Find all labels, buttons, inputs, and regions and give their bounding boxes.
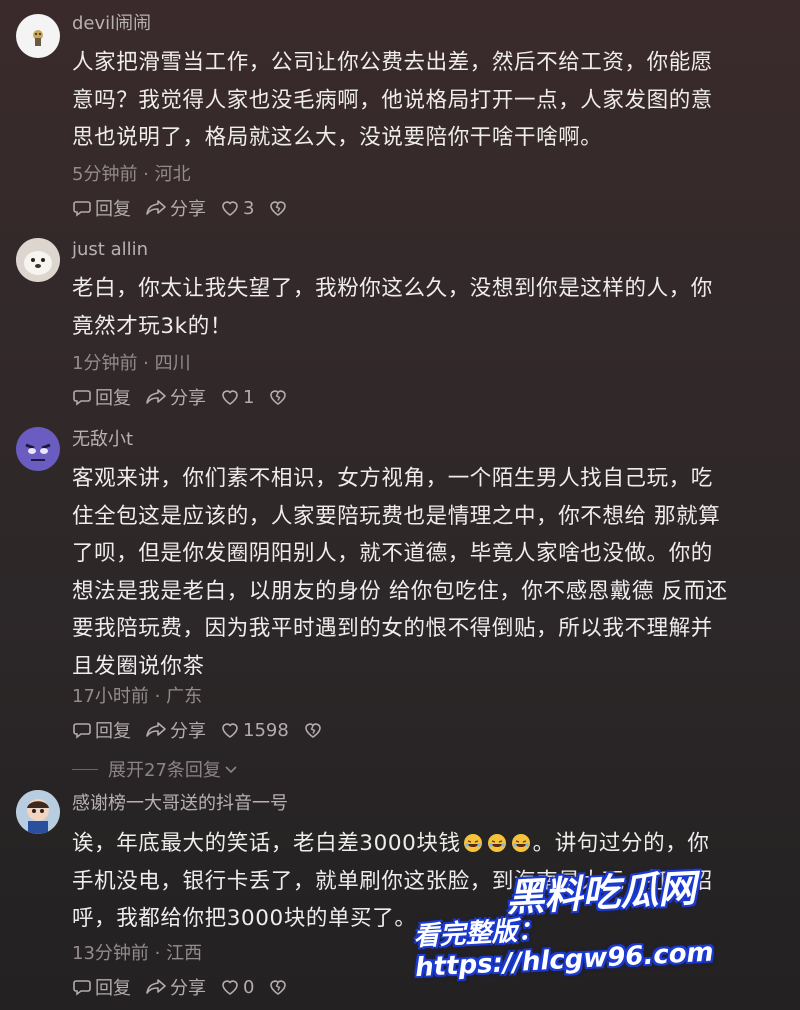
reply-label: 回复 [95,388,131,409]
like-count: 0 [243,976,255,998]
heart-icon [222,390,238,405]
comment-line: 竟然才玩3k的！ [72,313,232,339]
like-count: 1 [243,386,255,408]
dislike-button[interactable] [268,198,291,218]
laughing-emoji-icon [487,834,506,852]
share-label: 分享 [170,388,206,409]
comment-text-part: 。讲句过分的，你 [532,831,710,856]
username[interactable]: just allin [72,238,148,262]
heart-icon [222,980,238,995]
share-label: 分享 [170,199,206,220]
share-label: 分享 [170,721,206,742]
dislike-button[interactable] [268,977,291,997]
avatar[interactable] [16,14,60,58]
comment-line: 思也说明了，格局就这么大，没说要陪你干啥干啥啊。 [72,125,603,150]
broken-heart-icon [270,980,287,995]
comment-actions: 回复 分享 1598 [72,717,340,743]
username[interactable]: 感谢榜一大哥送的抖音一号 [72,792,288,816]
timestamp-location: 5分钟前 · 河北 [72,164,191,185]
divider [72,768,98,770]
reply-icon [73,201,91,217]
comment-actions: 回复 分享 1 [72,384,305,410]
timestamp-location: 17小时前 · 广东 [72,686,203,707]
username[interactable]: 无敌小t [72,428,133,452]
comment-line: 人家把滑雪当工作，公司让你公费去出差，然后不给工资，你能愿 [72,50,713,75]
share-button[interactable]: 分享 [145,195,206,221]
share-button[interactable]: 分享 [145,384,206,410]
like-count: 3 [243,197,255,219]
comment-text-part: 诶，年底最大的笑话，老白差3000块钱 [72,831,461,856]
expand-replies-button[interactable]: 展开27条回复 [72,756,239,782]
share-button[interactable]: 分享 [145,717,206,743]
comment-line: 住全包这是应该的，人家要陪玩费也是情理之中，你不想给 那就算 [72,503,721,529]
laughing-emoji-icon [463,834,482,852]
like-button[interactable]: 1 [220,387,254,408]
comment-text: 老白，你太让我失望了，我粉你这么久，没想到你是这样的人，你 竟然才玩3k的！ [72,270,790,345]
share-icon [146,979,166,994]
reply-icon [73,980,91,996]
share-icon [146,389,166,404]
avatar[interactable] [16,238,60,282]
dislike-button[interactable] [268,387,291,407]
share-label: 分享 [170,978,206,999]
heart-icon [222,201,238,216]
comment-actions: 回复 分享 3 [72,195,305,221]
timestamp-location: 13分钟前 · 江西 [72,943,203,964]
comment-line: 了呗，但是你发圈阴阳别人，就不道德，毕竟人家啥也没做。你的 [72,541,713,566]
reply-label: 回复 [95,721,131,742]
comment-line: 意吗？我觉得人家也没毛病啊，他说格局打开一点，人家发图的意 [72,87,713,113]
timestamp-location: 1分钟前 · 四川 [72,353,191,374]
chevron-down-icon [225,766,237,774]
like-button[interactable]: 3 [220,198,254,219]
reply-button[interactable]: 回复 [72,717,131,743]
broken-heart-icon [270,390,287,405]
comment-line: 想法是我是老白，以朋友的身份 给你包吃住，你不感恩戴德 反而还 [72,578,728,604]
username[interactable]: devil闹闹 [72,12,151,36]
avatar[interactable] [16,790,60,834]
reply-label: 回复 [95,978,131,999]
comment-line: 客观来讲，你们素不相识，女方视角，一个陌生男人找自己玩，吃 [72,466,713,491]
comment-text: 客观来讲，你们素不相识，女方视角，一个陌生男人找自己玩，吃 住全包这是应该的，人… [72,460,790,685]
like-button[interactable]: 0 [220,977,254,998]
share-button[interactable]: 分享 [145,974,206,1000]
reply-icon [73,390,91,406]
avatar[interactable] [16,427,60,471]
heart-icon [222,723,238,738]
comment-line: 老白，你太让我失望了，我粉你这么久，没想到你是这样的人，你 [72,276,713,301]
share-icon [146,200,166,215]
reply-button[interactable]: 回复 [72,195,131,221]
laughing-emoji-icon [511,834,530,852]
comment-line: 要我陪玩费，因为我平时遇到的女的恨不得倒贴，所以我不理解并 [72,616,713,641]
like-button[interactable]: 1598 [220,720,289,741]
reply-button[interactable]: 回复 [72,974,131,1000]
reply-button[interactable]: 回复 [72,384,131,410]
like-count: 1598 [243,719,289,741]
share-icon [146,722,166,737]
dislike-button[interactable] [303,720,326,740]
broken-heart-icon [270,201,287,216]
comment-line: 且发圈说你茶 [72,653,205,679]
reply-icon [73,723,91,739]
comment-text: 人家把滑雪当工作，公司让你公费去出差，然后不给工资，你能愿 意吗？我觉得人家也没… [72,44,790,157]
broken-heart-icon [305,723,321,738]
expand-replies-label: 展开27条回复 [108,760,221,781]
reply-label: 回复 [95,199,131,220]
comment-actions: 回复 分享 0 [72,974,305,1000]
